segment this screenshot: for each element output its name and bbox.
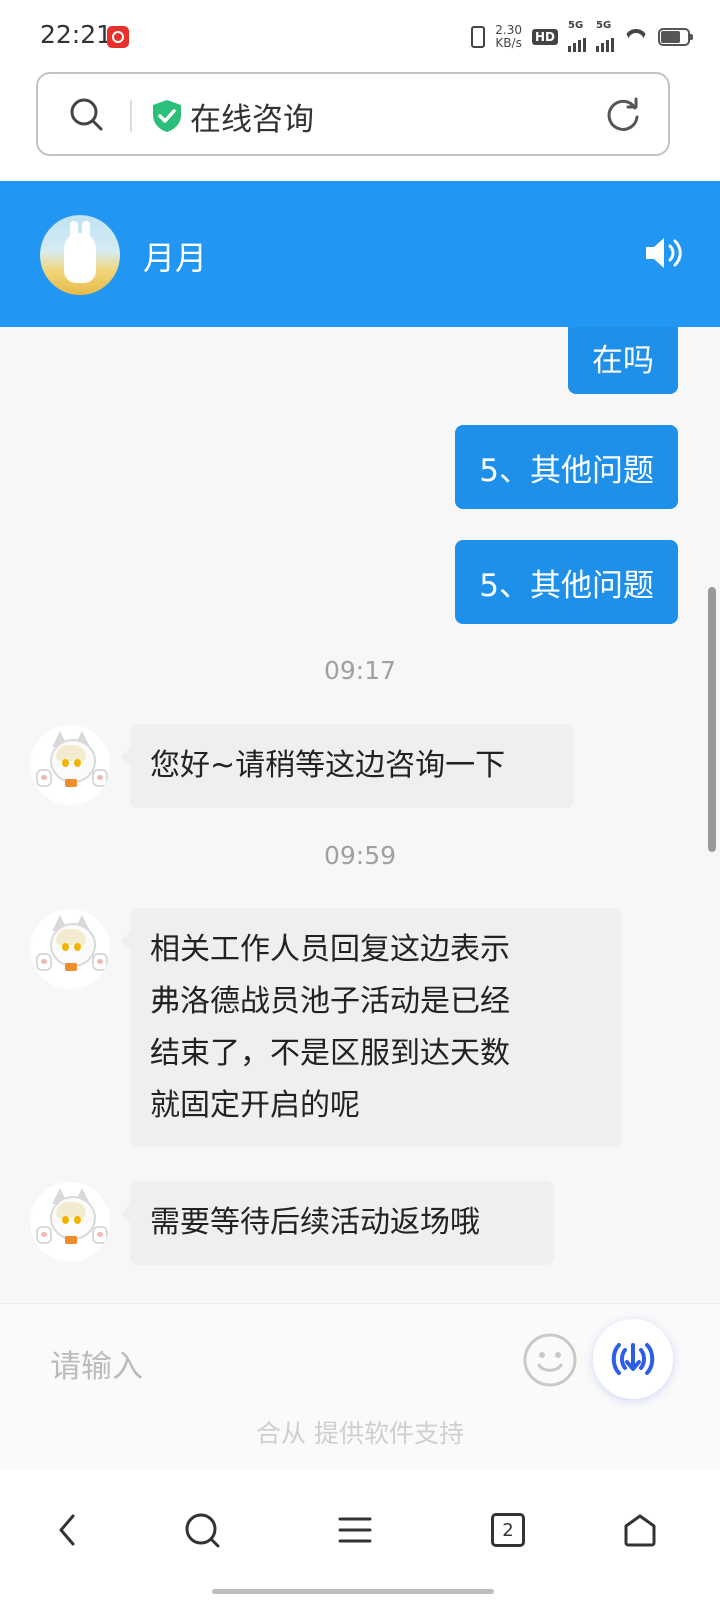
network-speed-value: 2.30 <box>495 23 522 37</box>
back-button[interactable] <box>38 1500 98 1560</box>
home-button[interactable] <box>610 1500 670 1560</box>
message-line: 结束了，不是区服到达天数 <box>150 1036 510 1071</box>
vibrate-icon <box>471 26 486 48</box>
voice-button[interactable] <box>593 1319 673 1399</box>
network-speed-unit: KB/s <box>495 36 522 50</box>
message-composer: 合从 提供软件支持 <box>0 1303 720 1470</box>
signal-2-label: 5G <box>596 20 612 31</box>
status-indicators: 2.30 KB/s HD 5G 5G <box>471 20 693 52</box>
network-speed: 2.30 KB/s <box>495 24 522 50</box>
hd-badge: HD <box>531 29 558 45</box>
message-text: 在吗 <box>592 343 654 379</box>
shield-check-icon <box>153 100 181 132</box>
message-incoming: 您好~请稍等这边咨询一下 <box>121 724 574 808</box>
app-notification-icon <box>107 26 129 48</box>
agent-avatar-small <box>30 1182 110 1262</box>
signal-1-icon: 5G <box>568 20 586 52</box>
signal-1-label: 5G <box>568 20 584 31</box>
browser-bottom-nav: 2 <box>0 1470 720 1600</box>
search-icon <box>185 1513 220 1548</box>
chat-scrollbar[interactable] <box>708 587 716 852</box>
message-timestamp: 09:17 <box>323 656 397 685</box>
home-indicator[interactable] <box>212 1589 494 1594</box>
message-line: 就固定开启的呢 <box>150 1088 360 1123</box>
message-line: 弗洛德战员池子活动是已经 <box>150 984 510 1019</box>
emoji-icon[interactable] <box>522 1332 578 1388</box>
message-incoming: 需要等待后续活动返场哦 <box>121 1181 554 1265</box>
message-incoming: 相关工作人员回复这边表示 弗洛德战员池子活动是已经 结束了，不是区服到达天数 就… <box>121 908 622 1147</box>
message-outgoing: 在吗 <box>568 327 678 394</box>
agent-name: 月月 <box>143 239 208 277</box>
powered-by-text: 合从 提供软件支持 <box>256 1419 464 1448</box>
agent-avatar-small <box>30 909 110 989</box>
reload-icon[interactable] <box>604 96 642 134</box>
message-text: 5、其他问题 <box>479 567 654 604</box>
message-timestamp: 09:59 <box>323 841 397 870</box>
agent-avatar-small <box>30 725 110 805</box>
voice-icon <box>611 1343 655 1375</box>
battery-icon <box>658 28 693 46</box>
chat-header: 月月 <box>0 181 720 327</box>
tabs-button[interactable]: 2 <box>478 1500 538 1560</box>
back-icon <box>59 1514 75 1546</box>
wifi-icon <box>624 27 648 47</box>
menu-button[interactable] <box>325 1500 385 1560</box>
message-outgoing: 5、其他问题 <box>455 540 678 624</box>
status-time: 22:21 <box>40 20 113 49</box>
message-text: 需要等待后续活动返场哦 <box>150 1205 480 1240</box>
status-bar: 22:21 2.30 KB/s HD 5G 5G <box>0 0 720 72</box>
message-outgoing: 5、其他问题 <box>455 425 678 509</box>
tabs-count: 2 <box>491 1513 525 1547</box>
signal-2-icon: 5G <box>596 20 614 52</box>
message-text: 5、其他问题 <box>479 452 654 489</box>
message-input[interactable] <box>48 1342 492 1392</box>
address-bar[interactable]: 在线咨询 <box>36 72 670 156</box>
speaker-icon[interactable] <box>644 233 688 273</box>
search-icon[interactable] <box>68 96 104 132</box>
search-button[interactable] <box>172 1500 232 1560</box>
menu-icon <box>338 1517 372 1543</box>
message-text: 您好~请稍等这边咨询一下 <box>150 748 506 783</box>
home-icon <box>624 1514 656 1547</box>
chat-messages[interactable]: 在吗 5、其他问题 5、其他问题 09:17 您好~请稍等这边咨询一下 09:5… <box>0 327 720 1303</box>
page-title: 在线咨询 <box>190 102 314 138</box>
message-line: 相关工作人员回复这边表示 <box>150 932 510 967</box>
agent-avatar <box>40 215 120 295</box>
divider <box>130 100 132 132</box>
